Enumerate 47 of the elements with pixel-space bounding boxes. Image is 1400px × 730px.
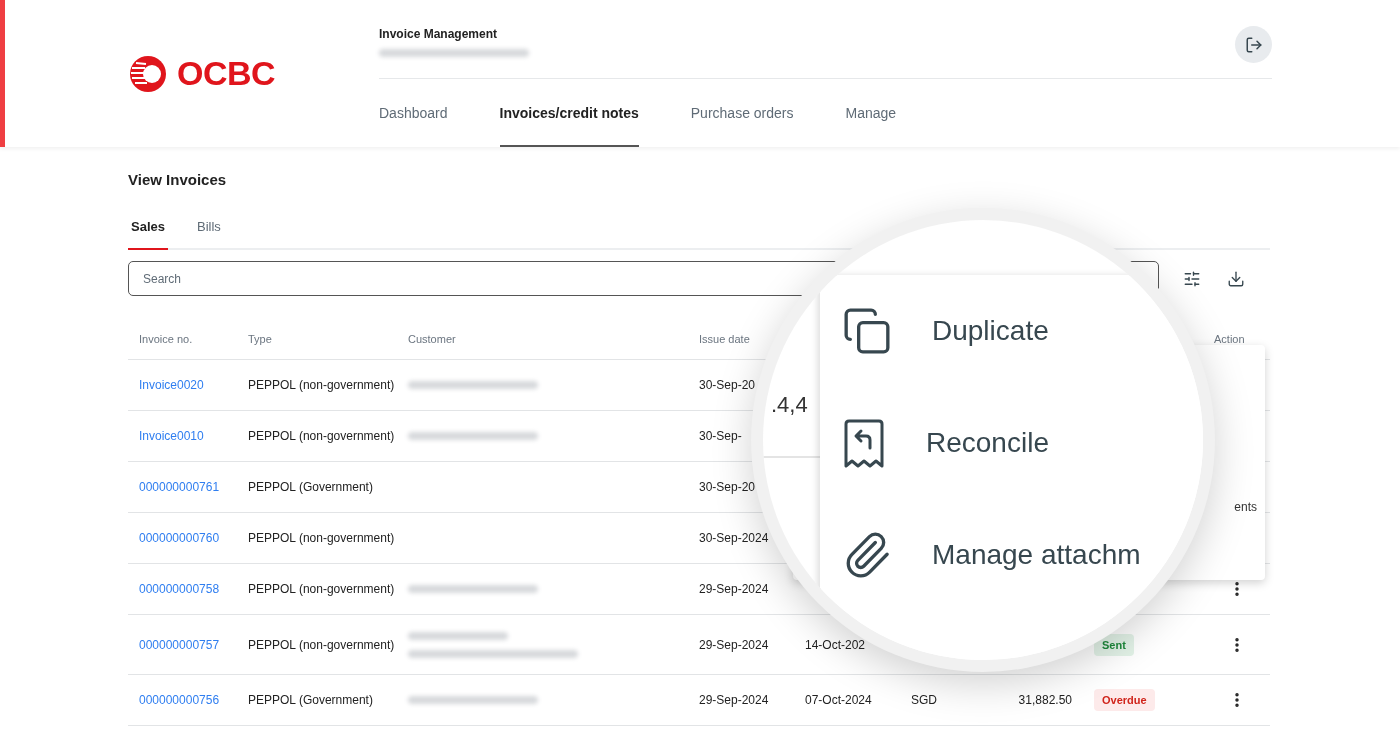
table-cell: 14-Oct-202: [805, 637, 866, 652]
tab[interactable]: Bills: [194, 219, 224, 250]
table-cell: PEPPOL (non-government): [248, 378, 395, 392]
invoice-link[interactable]: Invoice0020: [139, 378, 204, 392]
menu-item[interactable]: Reconcile: [926, 427, 1049, 459]
table-cell: 29-Sep-2024: [699, 582, 769, 596]
menu-item-text[interactable]: ents: [1234, 500, 1257, 514]
invoice-link[interactable]: 000000000761: [139, 480, 220, 494]
tab[interactable]: Sales: [128, 219, 168, 250]
logout-button[interactable]: [1235, 26, 1272, 63]
table-cell: SGD: [911, 693, 937, 707]
invoice-link[interactable]: 000000000757: [139, 637, 220, 652]
table-cell: 30-Sep-20: [699, 480, 756, 494]
invoice-link[interactable]: 000000000760: [139, 531, 220, 545]
page-title: View Invoices: [128, 171, 228, 190]
nav-tab[interactable]: Purchase orders: [690, 79, 794, 147]
table-cell: 31,882.50: [1018, 693, 1072, 707]
menu-item[interactable]: Duplicate: [932, 315, 1049, 347]
invoice-link[interactable]: Invoice0010: [139, 429, 204, 443]
table-cell: PEPPOL (non-government): [248, 429, 395, 443]
table-cell: 29-Sep-2024: [699, 637, 769, 652]
table-cell: 29-Sep-2024: [699, 693, 769, 707]
table-cell: 30-Sep-: [699, 429, 742, 443]
nav-tab[interactable]: Manage: [845, 79, 897, 147]
table-cell: PEPPOL (Government): [248, 480, 373, 494]
nav-tab[interactable]: Invoices/credit notes: [499, 79, 639, 147]
table-cell: 07-Oct-2024: [805, 693, 872, 707]
column-header: Invoice no.: [128, 318, 237, 360]
invoice-link[interactable]: 000000000756: [139, 693, 220, 707]
logout-icon: [1244, 35, 1263, 54]
column-header: Customer: [397, 318, 688, 360]
table-cell: PEPPOL (non-government): [248, 531, 395, 545]
invoice-link[interactable]: 000000000758: [139, 582, 220, 596]
table-cell: 30-Sep-2024: [699, 531, 769, 545]
copy-icon: [842, 306, 892, 356]
magnified-text: .4,4: [771, 392, 808, 418]
nav-tab[interactable]: Dashboard: [379, 79, 448, 147]
status-badge: Overdue: [1094, 689, 1155, 711]
menu-item[interactable]: Manage attachm: [932, 539, 1141, 571]
receipt-return-icon: [842, 418, 886, 468]
app-title: Invoice Management: [379, 27, 499, 41]
logo-text: OCBC: [177, 54, 276, 93]
table-cell: PEPPOL (non-government): [248, 637, 395, 652]
column-header: Type: [237, 318, 397, 360]
table-cell: PEPPOL (Government): [248, 693, 373, 707]
table-cell: PEPPOL (non-government): [248, 582, 395, 596]
table-cell: 30-Sep-20: [699, 378, 756, 392]
